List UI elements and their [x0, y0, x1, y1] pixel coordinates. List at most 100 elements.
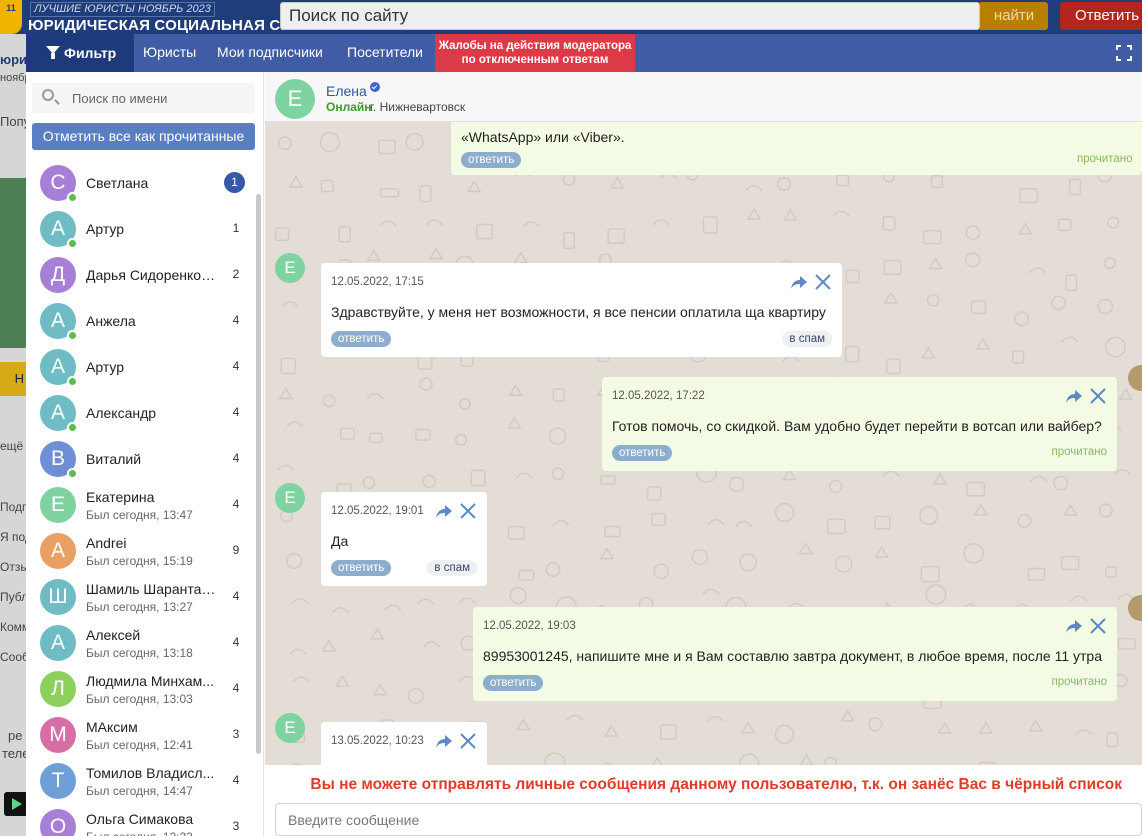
- forward-icon[interactable]: [1065, 617, 1083, 635]
- nav-my-subscribers[interactable]: Мои подписчики: [217, 34, 323, 72]
- sender-avatar[interactable]: Е: [275, 253, 305, 283]
- contact-item[interactable]: А Александр 4: [26, 390, 256, 436]
- message-count: 4: [232, 313, 240, 327]
- contact-name: Дарья Сидоренкова: [86, 267, 216, 283]
- chat-header-avatar[interactable]: Е: [275, 79, 315, 119]
- message-bubble-outgoing: «WhatsApp» или «Viber». ответить прочита…: [451, 122, 1142, 175]
- complaint-label-line2: по отключенным ответам: [461, 54, 609, 66]
- contact-item[interactable]: Ш Шамиль Шарантаев Был сегодня, 13:27 4: [26, 574, 256, 620]
- online-indicator: [67, 238, 78, 249]
- site-search-button[interactable]: найти: [980, 2, 1048, 30]
- reply-button[interactable]: ответить: [461, 152, 522, 168]
- message-bubble-incoming: 12.05.2022, 17:15 Здравствуйте, у меня не…: [321, 263, 842, 357]
- nav-lawyers[interactable]: Юристы: [143, 34, 196, 72]
- contact-name: Артур: [86, 359, 125, 375]
- contact-avatar: А: [40, 533, 76, 569]
- message-bubble-outgoing: 12.05.2022, 17:22 Готов помочь, со скидко…: [602, 377, 1117, 471]
- reply-button[interactable]: ответить: [331, 560, 392, 576]
- contact-name: Анжела: [86, 313, 136, 329]
- message-time: 13.05.2022, 10:23: [331, 735, 424, 747]
- name-search-input[interactable]: [72, 88, 250, 108]
- message-text: Да: [331, 533, 349, 549]
- delete-icon[interactable]: [1089, 387, 1107, 405]
- contact-item[interactable]: А Артур 1: [26, 206, 256, 252]
- contact-last-seen: Был сегодня, 13:18: [86, 646, 193, 660]
- chat-partner-name[interactable]: Елена: [326, 83, 367, 99]
- contact-item[interactable]: Л Людмила Минхам... Был сегодня, 13:03 4: [26, 666, 256, 712]
- delete-icon[interactable]: [459, 732, 477, 750]
- contact-item[interactable]: С Светлана 1: [26, 160, 256, 206]
- online-indicator: [67, 330, 78, 341]
- message-count: 4: [232, 635, 240, 649]
- contact-item[interactable]: Е Екатерина Был сегодня, 13:47 4: [26, 482, 256, 528]
- contact-name: Шамиль Шарантаев: [86, 581, 216, 597]
- forward-icon[interactable]: [790, 273, 808, 291]
- contact-item[interactable]: А Алексей Был сегодня, 13:18 4: [26, 620, 256, 666]
- site-name[interactable]: ЮРИДИЧЕСКАЯ СОЦИАЛЬНАЯ СЕТЬ: [28, 17, 311, 34]
- online-indicator: [67, 192, 78, 203]
- message-count: 4: [232, 589, 240, 603]
- reply-button[interactable]: ответить: [612, 445, 673, 461]
- contact-avatar: Л: [40, 671, 76, 707]
- moderator-complaints-button[interactable]: Жалобы на действия модератора по отключе…: [435, 34, 635, 72]
- contact-item[interactable]: М МАксим Был сегодня, 12:41 3: [26, 712, 256, 758]
- verified-icon: [370, 82, 380, 92]
- site-header: 11 ЛУЧШИЕ ЮРИСТЫ НОЯБРЬ 2023 ЮРИДИЧЕСКАЯ…: [0, 0, 1142, 34]
- forward-icon[interactable]: [435, 502, 453, 520]
- nav-visitors[interactable]: Посетители: [347, 34, 423, 72]
- reply-button[interactable]: ответить: [331, 331, 392, 347]
- bg-banner: [0, 178, 28, 348]
- messages-nav: Фильтр Юристы Мои подписчики Посетители …: [26, 34, 1142, 72]
- contact-item[interactable]: А Анжела 4: [26, 298, 256, 344]
- contact-item[interactable]: А Артур 4: [26, 344, 256, 390]
- site-search-input[interactable]: Поиск по сайту: [280, 2, 980, 30]
- expand-icon[interactable]: [1116, 45, 1132, 61]
- message-input[interactable]: [275, 803, 1142, 836]
- bg-fragment: Публ: [0, 590, 29, 604]
- contact-name: Артур: [86, 221, 125, 237]
- delete-icon[interactable]: [814, 273, 832, 291]
- bg-fragment: Отзы: [0, 560, 29, 574]
- forward-icon[interactable]: [435, 732, 453, 750]
- contact-last-seen: Был сегодня, 13:03: [86, 692, 193, 706]
- contact-last-seen: Был сегодня, 15:19: [86, 554, 193, 568]
- mark-all-read-button[interactable]: Отметить все как прочитанные: [32, 123, 255, 150]
- spam-button[interactable]: в спам: [782, 331, 832, 347]
- filter-label: Фильтр: [64, 45, 117, 61]
- forward-icon[interactable]: [1065, 387, 1083, 405]
- message-count: 4: [232, 359, 240, 373]
- sender-avatar[interactable]: Е: [275, 713, 305, 743]
- contact-avatar: А: [40, 625, 76, 661]
- sidebar-scrollbar[interactable]: [256, 194, 261, 754]
- message-count: 3: [232, 819, 240, 833]
- unread-badge: 1: [224, 172, 245, 193]
- complaint-label-line1: Жалобы на действия модератора: [438, 40, 632, 52]
- contact-item[interactable]: А Andrei Был сегодня, 15:19 9: [26, 528, 256, 574]
- message-text: 89953001245, напишите мне и я Вам состав…: [483, 648, 1103, 664]
- message-bubble-incoming: 12.05.2022, 19:01 Да ответить в спам: [321, 492, 487, 586]
- contact-avatar: Т: [40, 763, 76, 799]
- spam-button[interactable]: в спам: [427, 560, 477, 576]
- reply-button[interactable]: ответить: [483, 675, 544, 691]
- message-count: 4: [232, 497, 240, 511]
- message-count: 4: [232, 773, 240, 787]
- google-play-icon: [4, 792, 28, 816]
- site-reply-button[interactable]: Ответить: [1060, 2, 1142, 30]
- contact-item[interactable]: О Ольга Симакова Был сегодня, 12:23 3: [26, 804, 256, 836]
- delete-icon[interactable]: [459, 502, 477, 520]
- partner-city: г. Нижневартовск: [370, 100, 466, 114]
- message-count: 4: [232, 451, 240, 465]
- filter-icon: [46, 46, 60, 59]
- message-bubble-incoming: 13.05.2022, 10:23Ок.ответитьв спам: [321, 722, 487, 765]
- sender-avatar[interactable]: Е: [275, 483, 305, 513]
- contact-item[interactable]: Д Дарья Сидоренкова 2: [26, 252, 256, 298]
- contact-name: Томилов Владисл...: [86, 765, 215, 781]
- delete-icon[interactable]: [1089, 617, 1107, 635]
- filter-button[interactable]: Фильтр: [26, 34, 134, 72]
- contact-item[interactable]: Т Томилов Владисл... Был сегодня, 14:47 4: [26, 758, 256, 804]
- message-text: Здравствуйте, у меня нет возможности, я …: [331, 304, 826, 320]
- contact-last-seen: Был сегодня, 12:41: [86, 738, 193, 752]
- message-area[interactable]: «WhatsApp» или «Viber». ответить прочита…: [265, 122, 1142, 765]
- contact-name: Алексей: [86, 627, 141, 643]
- contact-item[interactable]: В Виталий 4: [26, 436, 256, 482]
